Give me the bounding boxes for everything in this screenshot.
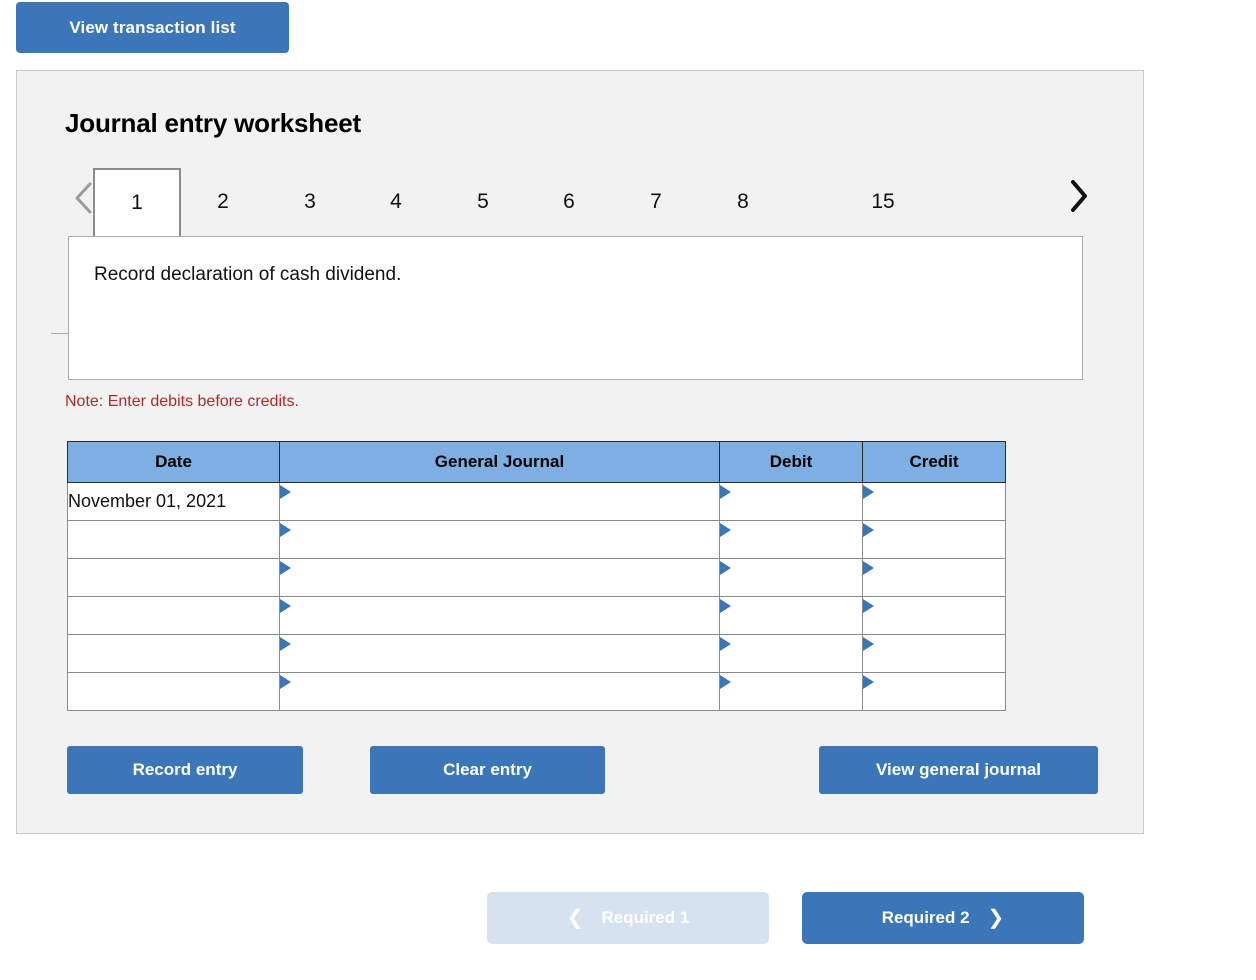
credit-picker-marker-icon[interactable] xyxy=(863,637,874,651)
general-journal-cell[interactable] xyxy=(279,482,720,521)
account-picker-marker-icon[interactable] xyxy=(280,675,291,689)
tab-5[interactable]: 5 xyxy=(457,168,509,236)
chevron-right-icon[interactable] xyxy=(1063,176,1093,216)
tab-label: 5 xyxy=(477,190,489,213)
required-1-label: Required 1 xyxy=(601,908,690,927)
debit-cell[interactable] xyxy=(719,482,863,521)
credit-cell[interactable] xyxy=(862,520,1006,559)
table-row xyxy=(67,672,1006,711)
tab-label: 8 xyxy=(737,190,749,213)
date-cell[interactable] xyxy=(67,596,280,635)
tab-label: 6 xyxy=(563,190,575,213)
credit-picker-marker-icon[interactable] xyxy=(863,675,874,689)
tab-label: 4 xyxy=(390,190,402,213)
table-row xyxy=(67,520,1006,559)
debits-before-credits-note: Note: Enter debits before credits. xyxy=(65,393,299,410)
transaction-description-box: Record declaration of cash dividend. xyxy=(68,236,1083,380)
debit-picker-marker-icon[interactable] xyxy=(720,599,731,613)
date-cell[interactable] xyxy=(67,634,280,673)
tab-6[interactable]: 6 xyxy=(543,168,595,236)
general-journal-cell[interactable] xyxy=(279,634,720,673)
credit-cell[interactable] xyxy=(862,634,1006,673)
date-cell[interactable] xyxy=(67,520,280,559)
credit-cell[interactable] xyxy=(862,596,1006,635)
column-header-date: Date xyxy=(67,441,280,483)
credit-cell[interactable] xyxy=(862,482,1006,521)
general-journal-cell[interactable] xyxy=(279,558,720,597)
table-header-row: Date General Journal Debit Credit xyxy=(67,441,1006,483)
tab-label: 3 xyxy=(304,190,316,213)
journal-entry-table: Date General Journal Debit Credit Novemb… xyxy=(67,441,1006,711)
table-row xyxy=(67,558,1006,597)
tab-2[interactable]: 2 xyxy=(197,168,249,236)
date-cell[interactable] xyxy=(67,672,280,711)
required-2-button[interactable]: Required 2 ❯ xyxy=(802,892,1084,944)
debit-picker-marker-icon[interactable] xyxy=(720,523,731,537)
view-transaction-list-button[interactable]: View transaction list xyxy=(16,2,289,53)
debit-cell[interactable] xyxy=(719,596,863,635)
general-journal-cell[interactable] xyxy=(279,672,720,711)
account-picker-marker-icon[interactable] xyxy=(280,599,291,613)
chevron-right-icon: ❯ xyxy=(987,907,1005,929)
date-cell[interactable] xyxy=(67,558,280,597)
debit-cell[interactable] xyxy=(719,634,863,673)
column-header-credit: Credit xyxy=(862,441,1006,483)
credit-cell[interactable] xyxy=(862,558,1006,597)
tab-3[interactable]: 3 xyxy=(284,168,336,236)
credit-cell[interactable] xyxy=(862,672,1006,711)
account-picker-marker-icon[interactable] xyxy=(280,561,291,575)
table-row xyxy=(67,596,1006,635)
chevron-left-icon: ❮ xyxy=(566,907,584,929)
required-2-label: Required 2 xyxy=(881,908,970,927)
required-1-button[interactable]: ❮ Required 1 xyxy=(487,892,769,944)
debit-picker-marker-icon[interactable] xyxy=(720,561,731,575)
account-picker-marker-icon[interactable] xyxy=(280,485,291,499)
tab-7[interactable]: 7 xyxy=(630,168,682,236)
record-entry-button[interactable]: Record entry xyxy=(67,746,303,794)
worksheet-tab-strip: 1 2 3 4 5 6 7 8 15 xyxy=(17,168,1145,334)
tab-4[interactable]: 4 xyxy=(370,168,422,236)
general-journal-cell[interactable] xyxy=(279,520,720,559)
tab-label: 15 xyxy=(871,190,895,213)
credit-picker-marker-icon[interactable] xyxy=(863,523,874,537)
column-header-general-journal: General Journal xyxy=(279,441,720,483)
general-journal-cell[interactable] xyxy=(279,596,720,635)
tab-label: 2 xyxy=(217,190,229,213)
clear-entry-button[interactable]: Clear entry xyxy=(370,746,605,794)
credit-picker-marker-icon[interactable] xyxy=(863,485,874,499)
table-row xyxy=(67,634,1006,673)
date-cell[interactable]: November 01, 2021 xyxy=(67,482,280,521)
tab-1[interactable]: 1 xyxy=(93,168,181,236)
tab-label: 7 xyxy=(650,190,662,213)
credit-picker-marker-icon[interactable] xyxy=(863,561,874,575)
debit-cell[interactable] xyxy=(719,520,863,559)
debit-picker-marker-icon[interactable] xyxy=(720,675,731,689)
view-general-journal-button[interactable]: View general journal xyxy=(819,746,1098,794)
page-title: Journal entry worksheet xyxy=(65,108,361,138)
tab-8[interactable]: 8 xyxy=(717,168,769,236)
transaction-description-text: Record declaration of cash dividend. xyxy=(94,264,402,285)
table-row: November 01, 2021 xyxy=(67,482,1006,521)
credit-picker-marker-icon[interactable] xyxy=(863,599,874,613)
debit-picker-marker-icon[interactable] xyxy=(720,485,731,499)
tab-label: 1 xyxy=(131,191,143,214)
debit-cell[interactable] xyxy=(719,558,863,597)
debit-cell[interactable] xyxy=(719,672,863,711)
account-picker-marker-icon[interactable] xyxy=(280,523,291,537)
account-picker-marker-icon[interactable] xyxy=(280,637,291,651)
journal-entry-worksheet-screen: View transaction list Journal entry work… xyxy=(0,0,1256,980)
column-header-debit: Debit xyxy=(719,441,863,483)
debit-picker-marker-icon[interactable] xyxy=(720,637,731,651)
worksheet-panel: Journal entry worksheet 1 2 3 4 5 6 7 8 … xyxy=(16,70,1144,834)
tab-15[interactable]: 15 xyxy=(853,168,913,236)
